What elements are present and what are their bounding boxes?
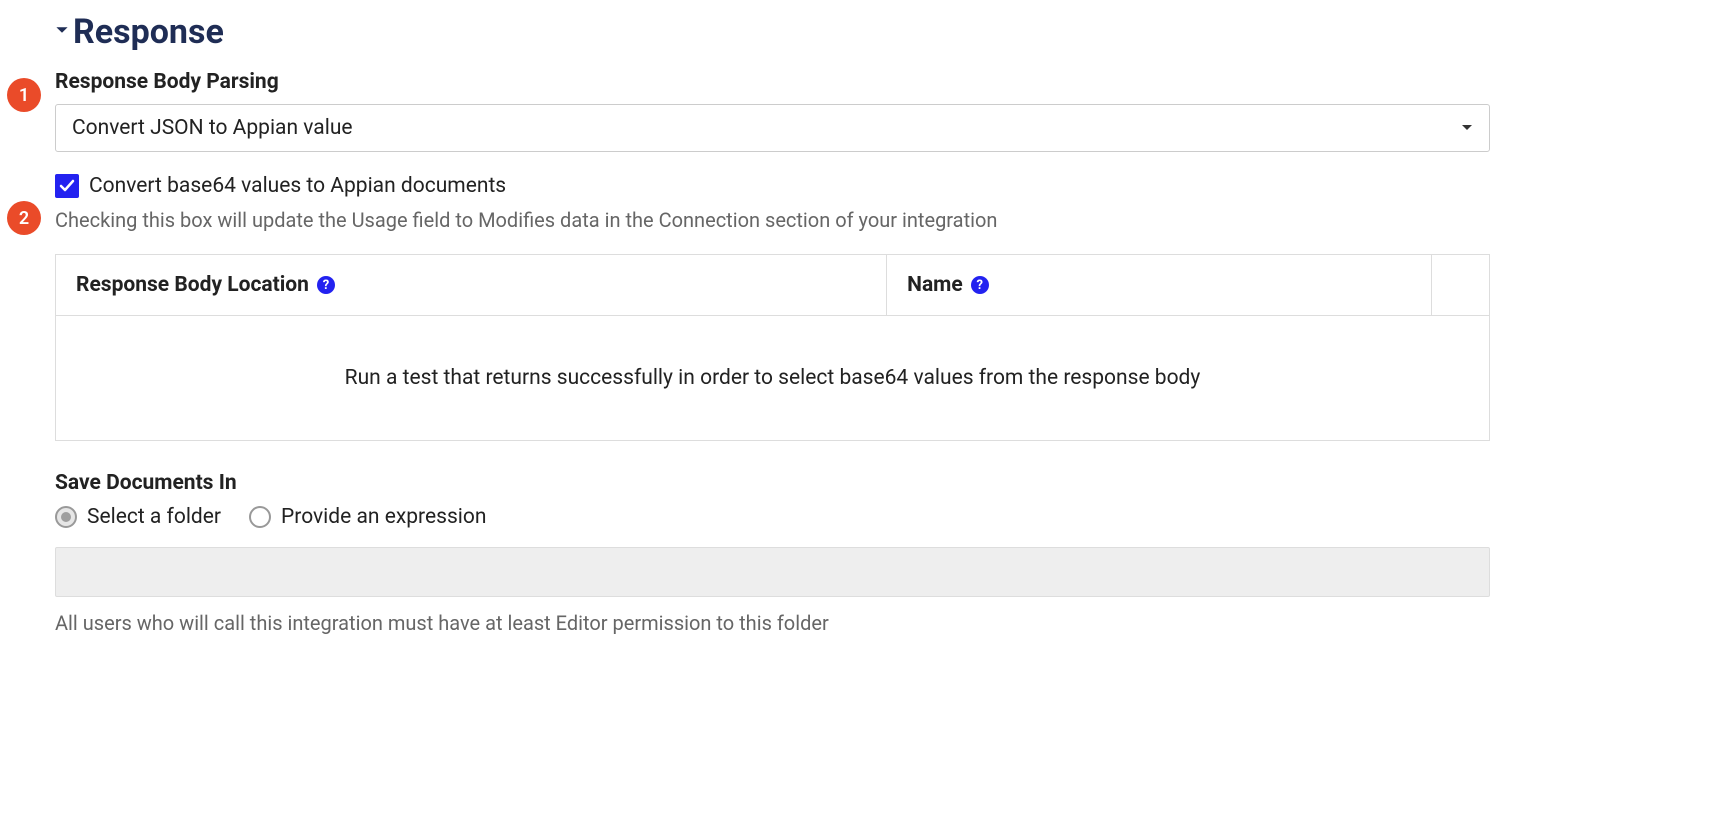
chevron-down-icon	[55, 23, 69, 41]
radio-provide-expression-label: Provide an expression	[281, 505, 486, 529]
help-icon[interactable]: ?	[971, 276, 989, 294]
response-body-parsing-value: Convert JSON to Appian value	[72, 116, 1461, 140]
table-col-name: Name	[907, 273, 963, 297]
radio-provide-expression[interactable]: Provide an expression	[249, 505, 486, 529]
radio-select-folder-label: Select a folder	[87, 505, 221, 529]
table-empty-message: Run a test that returns successfully in …	[56, 316, 1489, 440]
section-title: Response	[73, 12, 224, 52]
response-body-table: Response Body Location ? Name ? Run a te…	[55, 254, 1490, 441]
radio-select-folder[interactable]: Select a folder	[55, 505, 221, 529]
annotation-badge-2: 2	[7, 201, 41, 235]
convert-base64-hint: Checking this box will update the Usage …	[55, 208, 1490, 232]
folder-hint: All users who will call this integration…	[55, 611, 1490, 635]
radio-icon	[249, 506, 271, 528]
folder-input[interactable]	[55, 547, 1490, 597]
convert-base64-checkbox[interactable]	[55, 174, 79, 198]
response-body-parsing-label: Response Body Parsing	[55, 70, 1490, 94]
section-header-response[interactable]: Response	[55, 12, 1490, 52]
response-body-parsing-select[interactable]: Convert JSON to Appian value	[55, 104, 1490, 152]
annotation-badge-1: 1	[7, 78, 41, 112]
save-documents-label: Save Documents In	[55, 471, 1490, 495]
help-icon[interactable]: ?	[317, 276, 335, 294]
caret-down-icon	[1461, 121, 1473, 135]
radio-icon	[55, 506, 77, 528]
convert-base64-label[interactable]: Convert base64 values to Appian document…	[89, 174, 506, 198]
table-col-location: Response Body Location	[76, 273, 309, 297]
